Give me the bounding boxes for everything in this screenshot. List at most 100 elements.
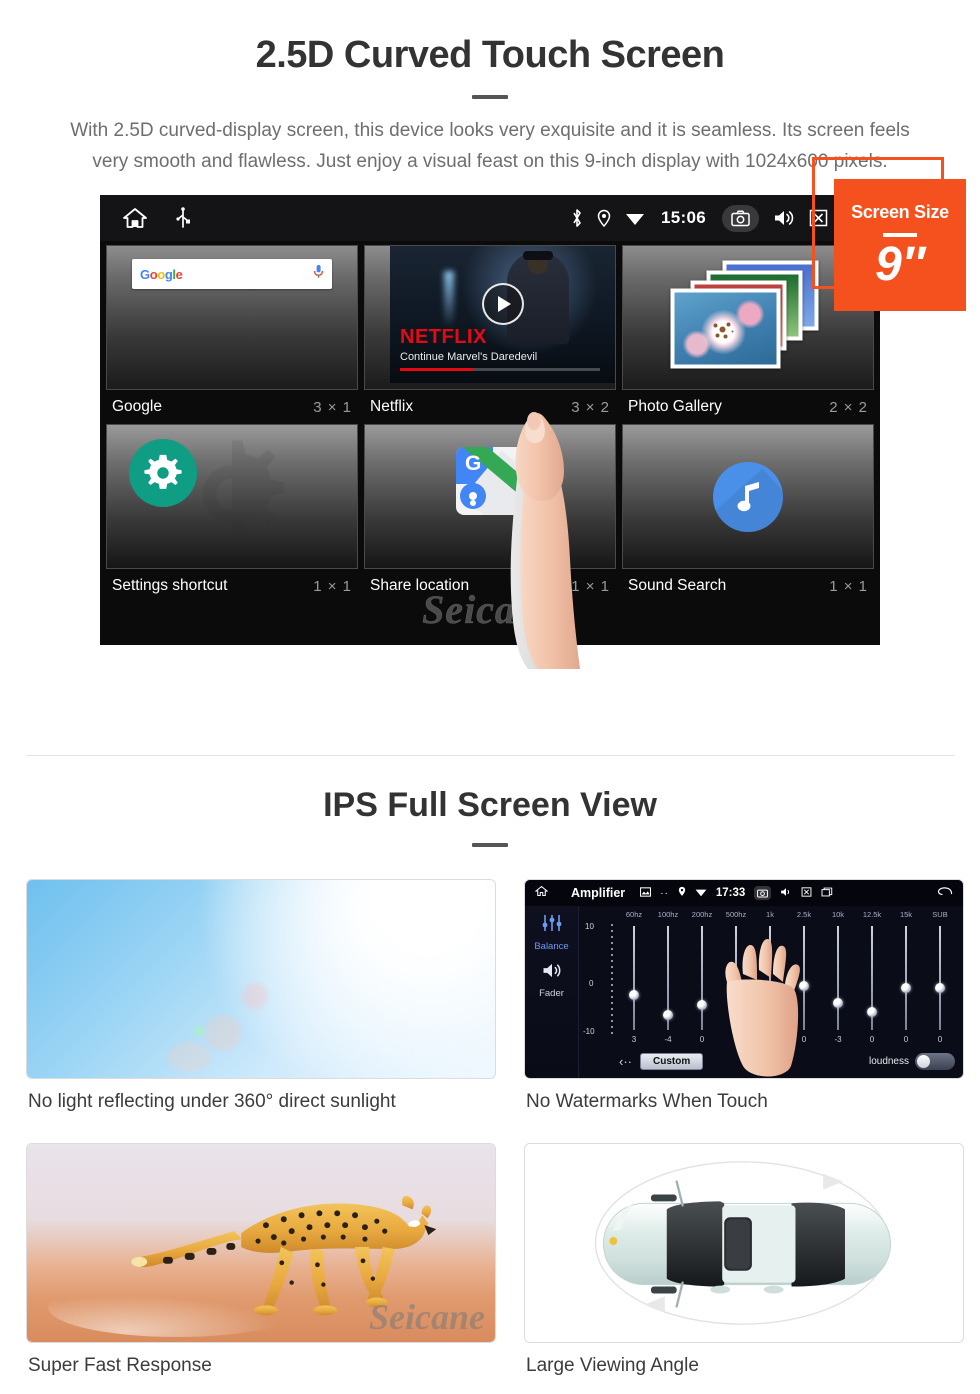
street-light-glow: [444, 270, 454, 327]
google-maps-icon[interactable]: G: [456, 447, 524, 515]
equalizer-panel: 60hz 100hz 200hz 500hz 1k 2.5k 10k 12.5k…: [579, 906, 963, 1078]
android-home-screen: 15:06 Google Google 3 × 1 NETFLIX Contin…: [100, 195, 880, 645]
eq-band-label: 60hz: [625, 910, 643, 919]
sidebar-item-balance[interactable]: Balance: [534, 941, 568, 952]
sidebar-item-fader[interactable]: Fader: [539, 988, 564, 999]
volume-icon[interactable]: [780, 884, 792, 902]
location-icon: [597, 209, 611, 228]
figure-hat: [523, 251, 553, 260]
netflix-subtitle: Continue Marvel's Daredevil: [400, 351, 538, 363]
lens-flare: [204, 1014, 241, 1051]
page-title: 2.5D Curved Touch Screen: [255, 34, 725, 76]
speaker-icon[interactable]: [541, 962, 563, 984]
curved-screen-section: 2.5D Curved Touch Screen With 2.5D curve…: [0, 0, 980, 669]
card-caption: No light reflecting under 360° direct su…: [28, 1091, 396, 1112]
widget-row-1: Google Google 3 × 1 NETFLIX Continue Mar…: [106, 245, 874, 424]
google-search-widget[interactable]: Google: [106, 245, 358, 390]
eq-slider[interactable]: 0: [685, 922, 719, 1044]
feature-cards: No light reflecting under 360° direct su…: [0, 863, 980, 1377]
eq-scale: 10 0 -10: [583, 922, 617, 1044]
netflix-thumbnail: NETFLIX Continue Marvel's Daredevil: [390, 246, 615, 383]
eq-band-label: 12.5k: [862, 910, 882, 919]
close-box-icon[interactable]: [801, 884, 812, 902]
play-icon[interactable]: [481, 282, 524, 325]
usb-icon[interactable]: [176, 207, 190, 229]
widget-size: 3 × 1: [313, 398, 352, 416]
eq-band-label: 100hz: [657, 910, 679, 919]
location-icon: [678, 884, 686, 902]
music-note-icon[interactable]: [713, 461, 783, 532]
amplifier-equalizer-screenshot: Amplifier ·· 17:33 Balance Fader 60hz 10…: [524, 879, 964, 1079]
eq-slider[interactable]: 0: [889, 922, 923, 1044]
widget-google[interactable]: Google Google 3 × 1: [106, 245, 358, 424]
settings-gear-icon[interactable]: [129, 439, 197, 507]
widget-label: Google: [112, 398, 162, 415]
widget-caption: Photo Gallery 2 × 2: [622, 390, 874, 424]
widget-label: Netflix: [370, 398, 414, 415]
back-icon[interactable]: [937, 884, 953, 902]
section-title-underline: [472, 843, 508, 847]
eq-value: 0: [903, 1035, 909, 1044]
eq-value: 0: [699, 1035, 705, 1044]
widget-grid: Google Google 3 × 1 NETFLIX Continue Mar…: [100, 241, 880, 603]
feature-card-sunlight: No light reflecting under 360° direct su…: [26, 879, 496, 1113]
wifi-icon: [695, 884, 707, 902]
eq-value: -4: [664, 1035, 672, 1044]
loudness-toggle[interactable]: [915, 1052, 955, 1070]
preset-button[interactable]: Custom: [640, 1052, 704, 1070]
eq-scale-ticks: [611, 924, 613, 1036]
badge-title: Screen Size: [851, 201, 949, 222]
sliders-icon[interactable]: [541, 914, 563, 937]
photo-stack: [661, 260, 836, 375]
eq-scale-max: 10: [585, 922, 594, 931]
screen-size-badge: Screen Size 9″: [812, 157, 972, 317]
watermark: Seicane: [369, 1297, 485, 1337]
widget-row-2: Settings shortcut 1 × 1 G Share location…: [106, 424, 874, 603]
status-clock: 15:06: [661, 208, 706, 227]
eq-scale-min: -10: [583, 1027, 595, 1036]
device-screenshot-wrapper: 15:06 Google Google 3 × 1 NETFLIX Contin…: [100, 157, 966, 669]
volume-icon[interactable]: [773, 209, 795, 227]
eq-slider[interactable]: 0: [855, 922, 889, 1044]
eq-band-label: 2.5k: [796, 910, 812, 919]
netflix-widget[interactable]: NETFLIX Continue Marvel's Daredevil: [364, 245, 616, 390]
section-divider: [26, 755, 954, 756]
camera-icon[interactable]: [754, 886, 772, 900]
widget-netflix[interactable]: NETFLIX Continue Marvel's Daredevil Netf…: [364, 245, 616, 424]
loudness-control[interactable]: loudness: [868, 1052, 955, 1070]
gallery-icon[interactable]: [640, 884, 652, 902]
loudness-label: loudness: [868, 1055, 909, 1067]
eq-slider[interactable]: 0: [923, 922, 957, 1044]
running-cheetah-photo: Seicane: [26, 1143, 496, 1343]
car-top-view-illustration: [524, 1143, 964, 1343]
feature-card-cheetah: Seicane Super Fast Response: [26, 1143, 496, 1377]
sound-search-widget[interactable]: [622, 424, 874, 569]
home-icon[interactable]: [122, 206, 148, 230]
widget-caption: Netflix 3 × 2: [364, 390, 616, 424]
card-caption: No Watermarks When Touch: [526, 1091, 768, 1112]
chevron-left-icon[interactable]: ‹··: [619, 1054, 632, 1069]
microphone-icon[interactable]: [313, 264, 324, 284]
eq-slider[interactable]: -4: [651, 922, 685, 1044]
eq-band-label: 200hz: [691, 910, 713, 919]
widget-sound-search[interactable]: Sound Search 1 × 1: [622, 424, 874, 603]
amplifier-screen: Amplifier ·· 17:33 Balance Fader 60hz 10…: [525, 880, 963, 1078]
recent-apps-icon[interactable]: [821, 884, 833, 902]
feature-card-car: Large Viewing Angle: [524, 1143, 964, 1377]
widget-share-location[interactable]: G Share location 1 × 1: [364, 424, 616, 603]
settings-shortcut-widget[interactable]: [106, 424, 358, 569]
wifi-icon: [625, 210, 645, 226]
amplifier-clock: 17:33: [715, 887, 746, 899]
more-icon[interactable]: ··: [660, 888, 669, 899]
eq-slider[interactable]: 3: [617, 922, 651, 1044]
home-icon[interactable]: [534, 884, 549, 902]
feature-card-amplifier: Amplifier ·· 17:33 Balance Fader 60hz 10…: [524, 879, 964, 1113]
google-search-box[interactable]: Google: [132, 259, 332, 289]
eq-band-label: 10k: [831, 910, 845, 919]
amplifier-title: Amplifier: [571, 886, 626, 900]
widget-settings-shortcut[interactable]: Settings shortcut 1 × 1: [106, 424, 358, 603]
eq-slider[interactable]: -3: [821, 922, 855, 1044]
eq-value: 3: [631, 1035, 637, 1044]
camera-icon[interactable]: [722, 204, 759, 232]
share-location-widget[interactable]: G: [364, 424, 616, 569]
